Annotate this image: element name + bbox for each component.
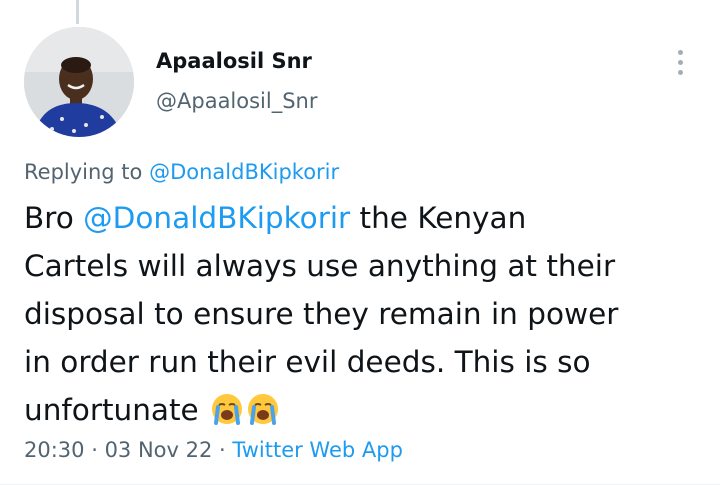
loudly-crying-face-icon bbox=[246, 392, 280, 440]
tweet-line-4: in order run their evil deeds. This is s… bbox=[24, 345, 591, 379]
profile-photo-icon bbox=[24, 27, 134, 137]
tweet-line-3: disposal to ensure they remain in power bbox=[24, 297, 619, 331]
author-name[interactable]: Apaalosil Snr bbox=[156, 49, 312, 73]
tweet-text-segment: Bro bbox=[24, 201, 84, 235]
tweet-line-5: unfortunate bbox=[24, 386, 694, 440]
replying-to-prefix: Replying to bbox=[24, 160, 150, 184]
more-options-icon bbox=[677, 49, 683, 55]
meta-separator: · bbox=[212, 438, 233, 462]
avatar[interactable] bbox=[24, 27, 134, 137]
tweet-text-segment: the Kenyan bbox=[350, 201, 527, 235]
tweet-time-link[interactable]: 20:30 bbox=[24, 438, 85, 462]
more-options-icon-dot bbox=[677, 59, 683, 65]
author-handle[interactable]: @Apaalosil_Snr bbox=[156, 89, 318, 113]
tweet-text: Bro @DonaldBKipkorir the Kenyan Cartels … bbox=[24, 194, 694, 440]
loudly-crying-face-icon bbox=[210, 392, 244, 440]
tweet-line-2: Cartels will always use anything at thei… bbox=[24, 249, 616, 283]
more-options-icon-dot bbox=[677, 69, 683, 75]
thread-connector-line bbox=[76, 0, 79, 24]
tweet-date-link[interactable]: 03 Nov 22 bbox=[105, 438, 213, 462]
tweet-source-link[interactable]: Twitter Web App bbox=[232, 438, 403, 462]
tweet-mention-link[interactable]: @DonaldBKipkorir bbox=[83, 201, 350, 235]
meta-separator: · bbox=[84, 438, 105, 462]
more-options-button[interactable] bbox=[666, 44, 694, 80]
tweet-card: Apaalosil Snr @Apaalosil_Snr Replying to… bbox=[0, 0, 720, 485]
reply-mention-link[interactable]: @DonaldBKipkorir bbox=[149, 160, 339, 184]
tweet-line-1: Bro @DonaldBKipkorir the Kenyan bbox=[24, 194, 694, 242]
replying-to-label: Replying to @DonaldBKipkorir bbox=[24, 160, 339, 184]
tweet-metadata: 20:30 · 03 Nov 22 · Twitter Web App bbox=[24, 438, 403, 462]
tweet-text-segment: unfortunate bbox=[24, 393, 199, 427]
